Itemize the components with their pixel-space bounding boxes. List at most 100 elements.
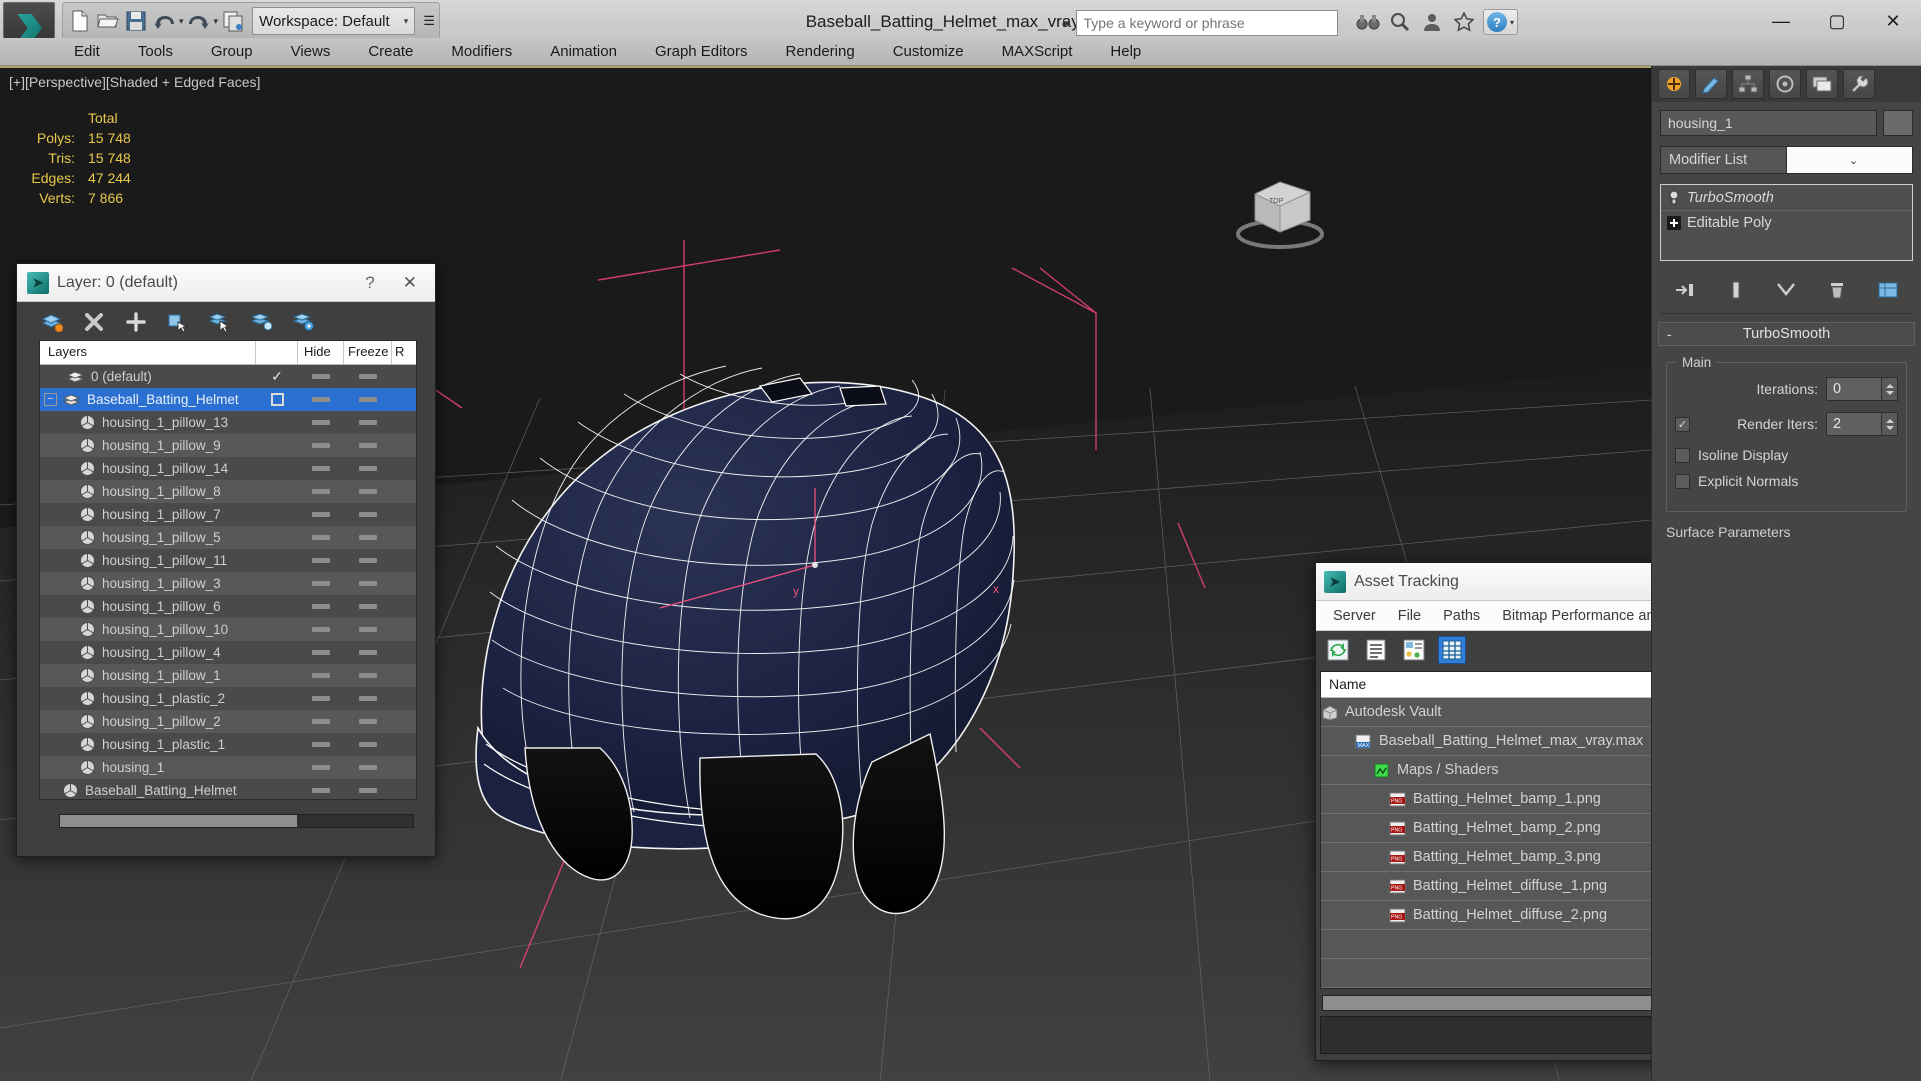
undo-icon[interactable] [151, 7, 177, 35]
layer-hide-cell[interactable] [298, 604, 344, 609]
layer-row[interactable]: housing_1_pillow_13 [40, 411, 416, 434]
explicit-normals-row[interactable]: Explicit Normals [1675, 473, 1898, 489]
open-file-icon[interactable] [95, 7, 121, 35]
close-icon[interactable]: ✕ [391, 273, 429, 293]
layer-list[interactable]: Layers Hide Freeze R 0 (default) ✓ − Baseba… [39, 340, 417, 800]
layer-hide-cell[interactable] [298, 558, 344, 563]
layer-row[interactable]: housing_1_plastic_2 [40, 687, 416, 710]
menu-graph-editors[interactable]: Graph Editors [636, 38, 767, 66]
render-iters-value[interactable]: 2 [1826, 412, 1882, 436]
layer-row[interactable]: housing_1_pillow_3 [40, 572, 416, 595]
view-cube[interactable]: TOP [1225, 168, 1335, 254]
layer-freeze-cell[interactable] [344, 696, 392, 701]
workspace-more-icon[interactable]: ☰ [423, 13, 435, 29]
grid-view-icon[interactable] [1438, 636, 1466, 664]
layer-hide-cell[interactable] [298, 788, 344, 793]
scrollbar-thumb[interactable] [1323, 996, 1679, 1010]
isoline-display-checkbox[interactable] [1675, 447, 1690, 463]
spinner-arrows[interactable] [1882, 412, 1898, 436]
layer-hide-cell[interactable] [298, 627, 344, 632]
remove-modifier-icon[interactable] [1822, 275, 1852, 305]
search-box[interactable] [1075, 10, 1338, 36]
render-iters-checkbox[interactable]: ✓ [1675, 416, 1690, 432]
menu-views[interactable]: Views [272, 38, 350, 66]
tab-modify[interactable] [1695, 69, 1727, 99]
scrollbar-thumb[interactable] [60, 815, 297, 827]
modifier-list-dropdown[interactable]: Modifier List ⌄ [1660, 146, 1913, 174]
layer-freeze-cell[interactable] [344, 650, 392, 655]
layer-hide-cell[interactable] [298, 650, 344, 655]
layer-hide-cell[interactable] [298, 765, 344, 770]
layer-row[interactable]: housing_1_plastic_1 [40, 733, 416, 756]
layer-row[interactable]: − Baseball_Batting_Helmet [40, 388, 416, 411]
list-view-icon[interactable] [1362, 636, 1390, 664]
spinner-arrows[interactable] [1882, 377, 1898, 401]
expander-icon[interactable]: − [44, 393, 57, 406]
pin-stack-icon[interactable] [1670, 275, 1700, 305]
select-object-layer-icon[interactable] [165, 309, 191, 335]
layer-row[interactable]: housing_1_pillow_5 [40, 526, 416, 549]
layer-hide-cell[interactable] [298, 466, 344, 471]
layer-row[interactable]: housing_1_pillow_14 [40, 457, 416, 480]
redo-icon[interactable] [186, 7, 212, 35]
menu-create[interactable]: Create [349, 38, 432, 66]
layer-row[interactable]: 0 (default) ✓ [40, 365, 416, 388]
layer-hide-cell[interactable] [298, 696, 344, 701]
save-file-icon[interactable] [123, 7, 149, 35]
tab-display[interactable] [1806, 69, 1838, 99]
menu-edit[interactable]: Edit [55, 38, 119, 66]
layer-freeze-cell[interactable] [344, 581, 392, 586]
layer-freeze-cell[interactable] [344, 397, 392, 402]
tab-utilities[interactable] [1843, 69, 1875, 99]
layer-row[interactable]: housing_1_pillow_8 [40, 480, 416, 503]
iterations-value[interactable]: 0 [1826, 377, 1882, 401]
layer-hide-cell[interactable] [298, 535, 344, 540]
layer-properties-icon[interactable] [291, 309, 317, 335]
object-name-field[interactable]: housing_1 [1660, 110, 1877, 136]
layer-freeze-cell[interactable] [344, 627, 392, 632]
layer-row[interactable]: housing_1_pillow_7 [40, 503, 416, 526]
layer-freeze-cell[interactable] [344, 719, 392, 724]
chevron-down-icon[interactable]: ⌄ [1786, 147, 1912, 173]
layer-hide-cell[interactable] [298, 719, 344, 724]
maximize-button[interactable]: ▢ [1809, 0, 1865, 42]
layer-hide-cell[interactable] [298, 512, 344, 517]
layer-hide-cell[interactable] [298, 397, 344, 402]
layer-freeze-cell[interactable] [344, 742, 392, 747]
at-menu-server[interactable]: Server [1322, 608, 1387, 624]
layer-row[interactable]: housing_1 [40, 756, 416, 779]
object-color-swatch[interactable] [1883, 110, 1913, 136]
layer-active-cell[interactable]: ✓ [256, 368, 298, 385]
layer-row[interactable]: housing_1_pillow_4 [40, 641, 416, 664]
layer-row[interactable]: housing_1_pillow_11 [40, 549, 416, 572]
layer-row[interactable]: housing_1_pillow_2 [40, 710, 416, 733]
turbosmooth-rollup-header[interactable]: - TurboSmooth [1658, 322, 1915, 346]
select-layer-icon[interactable] [207, 309, 233, 335]
layer-row[interactable]: housing_1_pillow_9 [40, 434, 416, 457]
layer-freeze-cell[interactable] [344, 466, 392, 471]
tab-motion[interactable] [1769, 69, 1801, 99]
layer-freeze-cell[interactable] [344, 489, 392, 494]
at-menu-file[interactable]: File [1387, 608, 1432, 624]
plus-box-icon[interactable] [1661, 216, 1687, 230]
favorites-star-icon[interactable] [1451, 8, 1477, 36]
close-button[interactable]: ✕ [1865, 0, 1921, 42]
layer-freeze-cell[interactable] [344, 673, 392, 678]
layer-row[interactable]: Baseball_Batting_Helmet [40, 779, 416, 799]
iterations-spinner[interactable]: 0 [1826, 377, 1898, 401]
layer-freeze-cell[interactable] [344, 604, 392, 609]
layer-freeze-cell[interactable] [344, 535, 392, 540]
new-file-icon[interactable] [67, 7, 93, 35]
layer-row[interactable]: housing_1_pillow_6 [40, 595, 416, 618]
checkbox-icon[interactable] [270, 393, 284, 406]
layer-row[interactable]: housing_1_pillow_1 [40, 664, 416, 687]
layer-freeze-cell[interactable] [344, 765, 392, 770]
layer-freeze-cell[interactable] [344, 788, 392, 793]
menu-maxscript[interactable]: MAXScript [983, 38, 1092, 66]
menu-rendering[interactable]: Rendering [766, 38, 873, 66]
menu-help[interactable]: Help [1091, 38, 1160, 66]
binoculars-icon[interactable] [1355, 8, 1381, 36]
layer-hide-cell[interactable] [298, 581, 344, 586]
layer-hide-cell[interactable] [298, 420, 344, 425]
layer-row[interactable]: housing_1_pillow_10 [40, 618, 416, 641]
